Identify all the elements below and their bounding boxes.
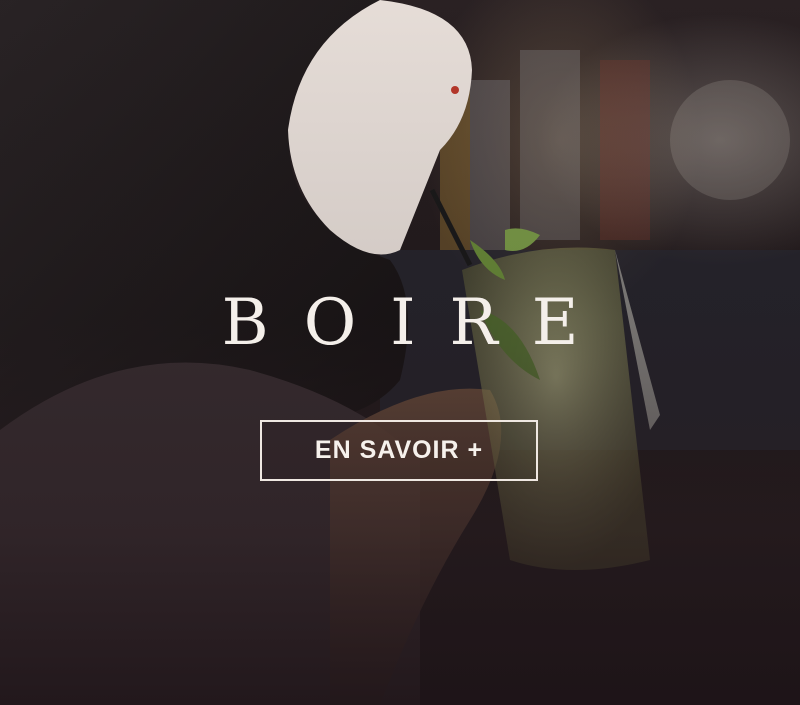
banner-title: BOIRE [221, 285, 613, 360]
drink-banner[interactable]: BOIRE EN SAVOIR + [0, 0, 800, 705]
learn-more-button[interactable]: EN SAVOIR + [260, 420, 538, 481]
